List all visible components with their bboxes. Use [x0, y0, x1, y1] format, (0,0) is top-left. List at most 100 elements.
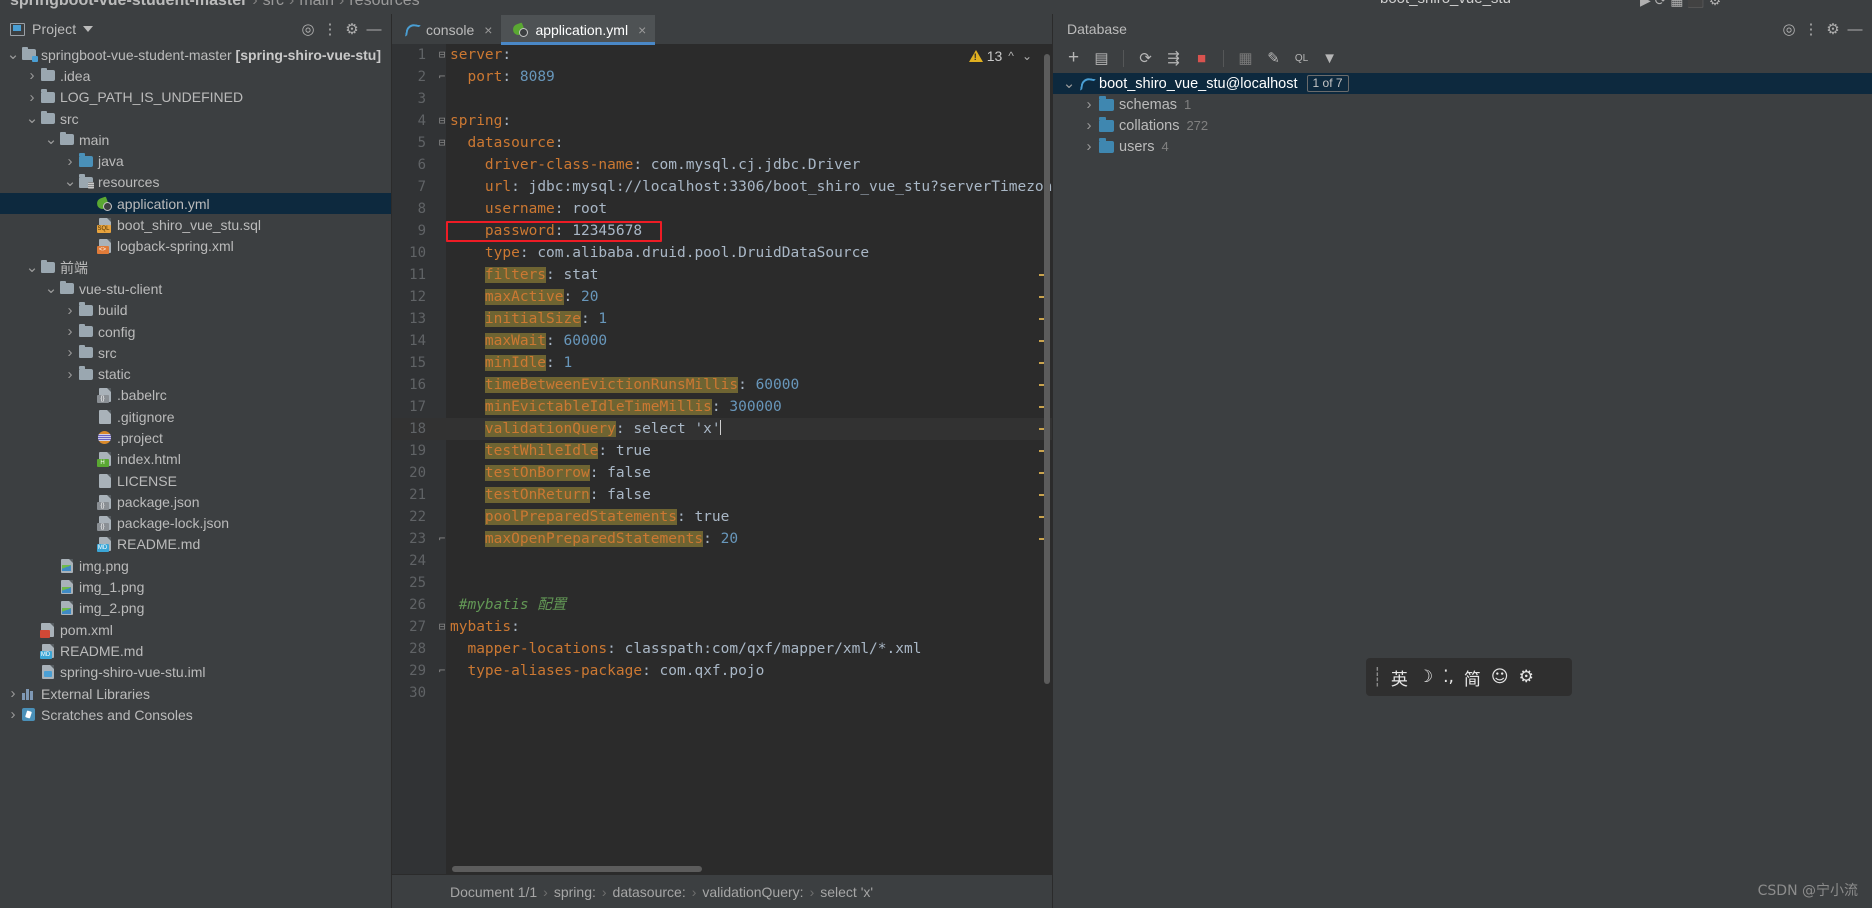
chevron-down-icon[interactable]: [83, 26, 94, 32]
ime-item[interactable]: ☺: [1487, 667, 1513, 687]
code-fold-marker[interactable]: ⌐: [436, 528, 448, 550]
tree-row[interactable]: › java: [0, 150, 391, 171]
breadcrumb-resources[interactable]: resources: [349, 0, 419, 9]
tree-row[interactable]: {} .babelrc: [0, 385, 391, 406]
status-breadcrumb-item[interactable]: validationQuery:: [702, 884, 803, 900]
code-line[interactable]: 13 initialSize: 1: [392, 308, 1052, 330]
collapse-all-icon[interactable]: ⋮: [1800, 18, 1822, 40]
code-line[interactable]: 12 maxActive: 20: [392, 286, 1052, 308]
prev-problem-icon[interactable]: ^: [1006, 49, 1016, 63]
chevron-right-icon[interactable]: ›: [63, 345, 77, 360]
code-line[interactable]: 1 ⊟ server:: [392, 44, 1052, 66]
db-session-chip[interactable]: boot_shiro_vue_stu: [1380, 0, 1511, 7]
inspection-widget[interactable]: 13 ^ ⌄: [968, 48, 1034, 64]
sync-schemas-button[interactable]: ⇶: [1161, 47, 1186, 70]
tree-row[interactable]: ⌄ src: [0, 108, 391, 129]
code-line[interactable]: 29 ⌐ type-aliases-package: com.qxf.pojo: [392, 660, 1052, 682]
close-tab-icon[interactable]: ×: [484, 22, 492, 38]
code-line[interactable]: 14 maxWait: 60000: [392, 330, 1052, 352]
breadcrumb-project[interactable]: springboot-vue-student-master: [10, 0, 247, 9]
database-tree-row[interactable]: ⌄ boot_shiro_vue_stu@localhost 1 of 7: [1053, 73, 1872, 94]
code-line[interactable]: 19 testWhileIdle: true: [392, 440, 1052, 462]
database-tree-row[interactable]: › schemas 1: [1053, 94, 1872, 115]
gear-icon[interactable]: ⚙: [341, 18, 363, 40]
tree-row[interactable]: spring-shiro-vue-stu.iml: [0, 662, 391, 683]
close-tab-icon[interactable]: ×: [638, 22, 646, 38]
tree-row[interactable]: {} package.json: [0, 491, 391, 512]
chevron-right-icon[interactable]: ›: [63, 303, 77, 318]
code-fold-marker[interactable]: ⊟: [436, 616, 448, 638]
tree-row[interactable]: pom.xml: [0, 619, 391, 640]
tree-row[interactable]: Hindex.html: [0, 449, 391, 470]
tree-row[interactable]: {} package-lock.json: [0, 513, 391, 534]
code-line[interactable]: 15 minIdle: 1: [392, 352, 1052, 374]
chevron-down-icon[interactable]: ⌄: [1061, 76, 1077, 91]
code-line[interactable]: 8 username: root: [392, 198, 1052, 220]
tree-row[interactable]: › .idea: [0, 65, 391, 86]
chevron-right-icon[interactable]: ›: [63, 324, 77, 339]
code-line[interactable]: 21 testOnReturn: false: [392, 484, 1052, 506]
tree-row[interactable]: › static: [0, 363, 391, 384]
tree-row[interactable]: › Scratches and Consoles: [0, 704, 391, 725]
code-line[interactable]: 16 timeBetweenEvictionRunsMillis: 60000: [392, 374, 1052, 396]
tree-row[interactable]: ⌄ 前端: [0, 257, 391, 278]
code-line[interactable]: 17 minEvictableIdleTimeMillis: 300000: [392, 396, 1052, 418]
chevron-down-icon[interactable]: ⌄: [25, 260, 39, 275]
breadcrumb-src[interactable]: src: [263, 0, 284, 9]
editor-tab[interactable]: console ×: [392, 15, 501, 44]
database-tree-row[interactable]: › users 4: [1053, 136, 1872, 157]
tree-row[interactable]: application.yml: [0, 193, 391, 215]
run-toolbar-icons[interactable]: ▶ ⟳ ▦ ⬛ ⚙: [1640, 0, 1721, 9]
chevron-right-icon[interactable]: ›: [63, 154, 77, 169]
tree-row[interactable]: MD README.md: [0, 640, 391, 661]
tree-row[interactable]: .gitignore: [0, 406, 391, 427]
chevron-right-icon[interactable]: ›: [6, 686, 20, 701]
chevron-right-icon[interactable]: ›: [1081, 96, 1097, 113]
code-line[interactable]: 25: [392, 572, 1052, 594]
code-editor[interactable]: 1 ⊟ server: 2 ⌐ port: 8089 3 4 ⊟ spring: 5 ⊟ datas…: [392, 44, 1052, 874]
code-lines[interactable]: 1 ⊟ server: 2 ⌐ port: 8089 3 4 ⊟ spring: 5 ⊟ datas…: [392, 44, 1052, 704]
tree-row[interactable]: MD README.md: [0, 534, 391, 555]
tree-row[interactable]: <> logback-spring.xml: [0, 236, 391, 257]
chevron-down-icon[interactable]: ⌄: [44, 281, 58, 296]
table-editor-button[interactable]: ▦: [1233, 47, 1258, 70]
code-line[interactable]: 27 ⊟ mybatis:: [392, 616, 1052, 638]
code-line[interactable]: 23 ⌐ maxOpenPreparedStatements: 20: [392, 528, 1052, 550]
filter-button[interactable]: ▼: [1317, 47, 1342, 70]
tree-row[interactable]: ⌄ resources: [0, 172, 391, 193]
database-tree[interactable]: ⌄ boot_shiro_vue_stu@localhost 1 of 7 › sche…: [1053, 72, 1872, 157]
code-line[interactable]: 9 password: 12345678: [392, 220, 1052, 242]
minimize-icon[interactable]: —: [1844, 18, 1866, 40]
tree-row[interactable]: img_1.png: [0, 576, 391, 597]
locate-icon[interactable]: ◎: [297, 18, 319, 40]
tree-row[interactable]: SQL boot_shiro_vue_stu.sql: [0, 214, 391, 235]
breadcrumb-main[interactable]: main: [299, 0, 334, 9]
chevron-right-icon[interactable]: ›: [25, 68, 39, 83]
code-line[interactable]: 11 filters: stat: [392, 264, 1052, 286]
stop-button[interactable]: ■: [1189, 47, 1214, 70]
tree-row[interactable]: img.png: [0, 555, 391, 576]
editor-tab[interactable]: application.yml ×: [501, 15, 656, 45]
add-data-source-button[interactable]: +: [1061, 47, 1086, 70]
code-line[interactable]: 5 ⊟ datasource:: [392, 132, 1052, 154]
code-line[interactable]: 6 driver-class-name: com.mysql.cj.jdbc.D…: [392, 154, 1052, 176]
modify-button[interactable]: ✎: [1261, 47, 1286, 70]
code-line[interactable]: 22 poolPreparedStatements: true: [392, 506, 1052, 528]
code-line[interactable]: 3: [392, 88, 1052, 110]
chevron-right-icon[interactable]: ›: [63, 367, 77, 382]
ime-item[interactable]: ⁚,: [1439, 667, 1458, 687]
code-line[interactable]: 18 validationQuery: select 'x': [392, 418, 1052, 440]
editor-status-breadcrumb[interactable]: Document 1/1 › spring: › datasource: › validat…: [392, 874, 1052, 908]
code-line[interactable]: 24: [392, 550, 1052, 572]
status-breadcrumb-item[interactable]: spring:: [554, 884, 596, 900]
ime-language-bar[interactable]: ┊ 英 ☽ ⁚, 简 ☺ ⚙: [1366, 658, 1572, 696]
code-fold-marker[interactable]: ⌐: [436, 66, 448, 88]
code-line[interactable]: 30: [392, 682, 1052, 704]
chevron-down-icon[interactable]: ⌄: [44, 132, 58, 147]
tree-row[interactable]: .project: [0, 427, 391, 448]
code-line[interactable]: 28 mapper-locations: classpath:com/qxf/m…: [392, 638, 1052, 660]
tree-row[interactable]: ⌄ springboot-vue-student-master [spring-s…: [0, 44, 391, 65]
code-line[interactable]: 2 ⌐ port: 8089: [392, 66, 1052, 88]
duplicate-button[interactable]: ▤: [1089, 47, 1114, 70]
tree-row[interactable]: › External Libraries: [0, 683, 391, 704]
